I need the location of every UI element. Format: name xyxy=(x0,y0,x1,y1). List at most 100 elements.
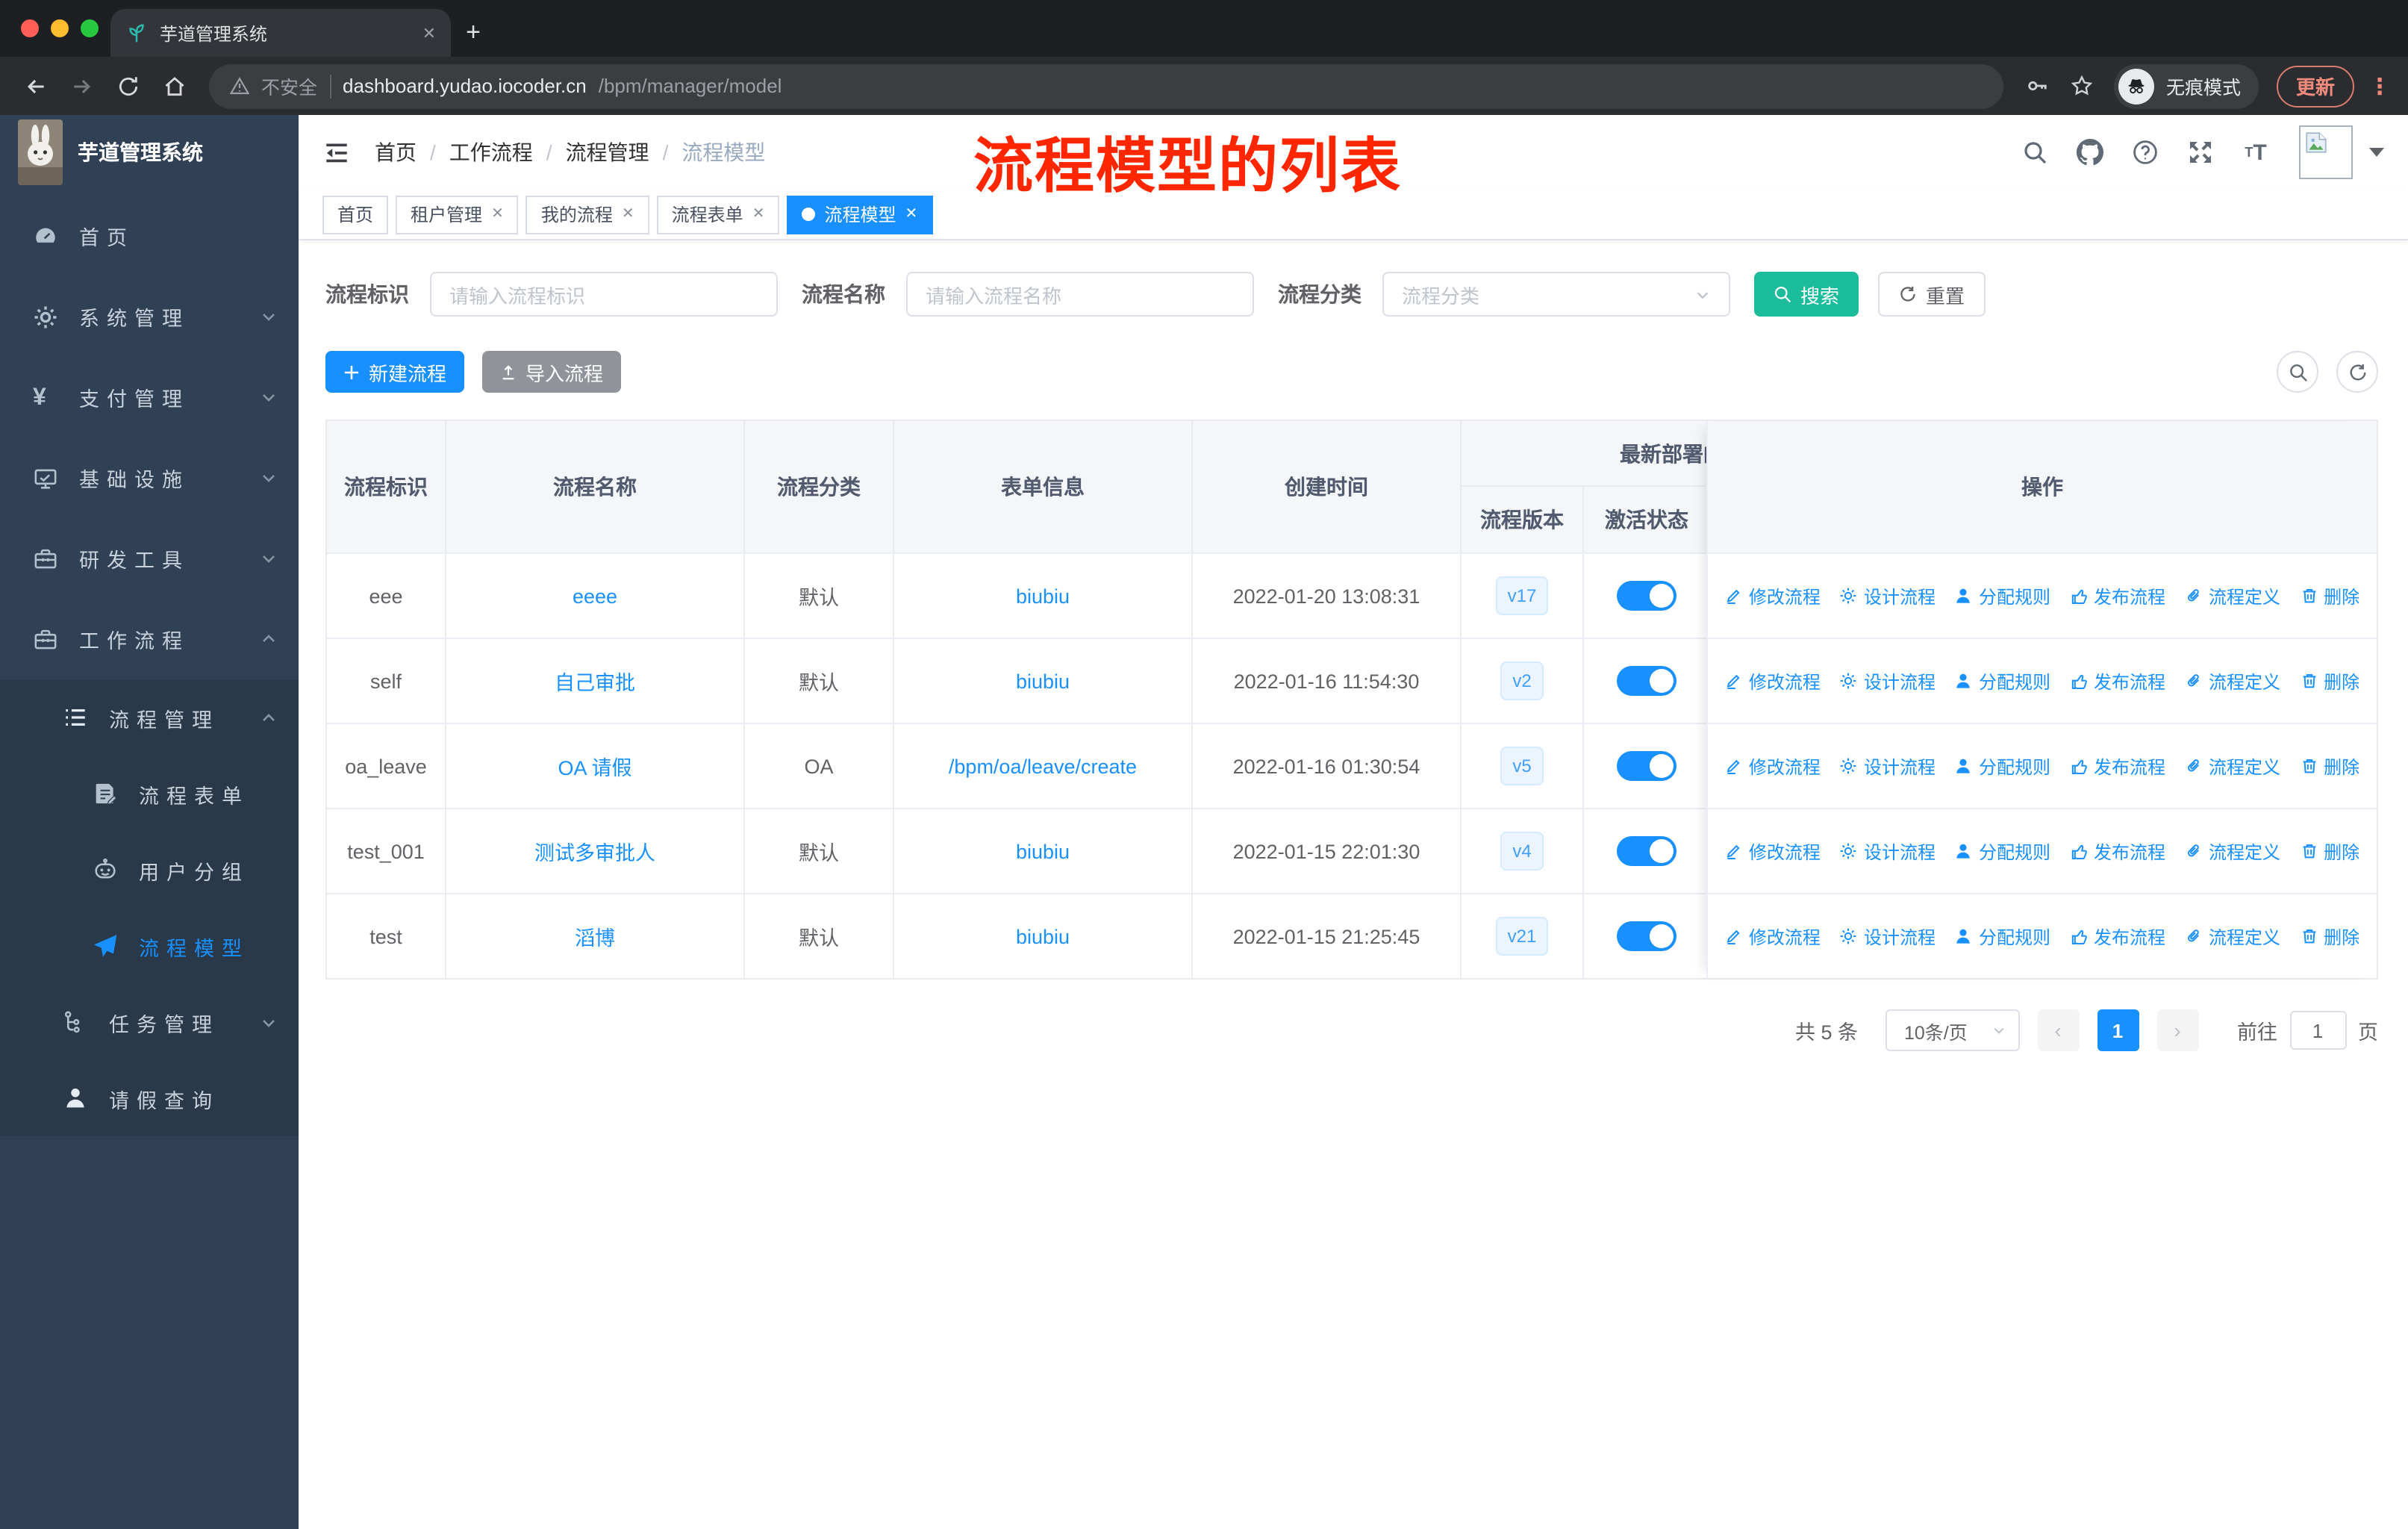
maximize-window-button[interactable] xyxy=(81,19,99,37)
minimize-window-button[interactable] xyxy=(51,19,69,37)
close-icon[interactable]: ✕ xyxy=(905,206,918,222)
action-publish[interactable]: 发布流程 xyxy=(2070,753,2165,779)
browser-menu-icon[interactable]: ⋮ xyxy=(2366,72,2393,99)
bookmark-star-icon[interactable] xyxy=(2063,66,2102,105)
action-edit[interactable]: 修改流程 xyxy=(1725,924,1821,949)
page-number-button[interactable]: 1 xyxy=(2097,1009,2139,1051)
browser-update-button[interactable]: 更新 xyxy=(2276,65,2354,107)
form-link[interactable]: /bpm/oa/leave/create xyxy=(949,755,1137,777)
action-assign[interactable]: 分配规则 xyxy=(1955,924,2050,949)
action-publish[interactable]: 发布流程 xyxy=(2070,838,2165,864)
action-design[interactable]: 设计流程 xyxy=(1840,753,1936,779)
category-select[interactable]: 流程分类 xyxy=(1382,272,1730,317)
refresh-table-button[interactable] xyxy=(2336,351,2378,393)
search-button[interactable]: 搜索 xyxy=(1754,272,1859,317)
active-toggle[interactable] xyxy=(1616,921,1676,951)
breadcrumb-process-management[interactable]: 流程管理 xyxy=(566,137,649,167)
sidebar-item-home[interactable]: 首页 xyxy=(0,196,299,276)
action-delete[interactable]: 删除 xyxy=(2300,753,2359,779)
reload-icon[interactable] xyxy=(107,66,148,106)
address-bar[interactable]: 不安全 dashboard.yudao.iocoder.cn /bpm/mana… xyxy=(209,63,2003,108)
action-publish[interactable]: 发布流程 xyxy=(2070,583,2165,608)
sidebar-item-user-group[interactable]: 用户分组 xyxy=(0,832,299,908)
process-name-link[interactable]: OA 请假 xyxy=(558,751,631,781)
form-link[interactable]: biubiu xyxy=(1016,925,1070,947)
sidebar-item-devtools[interactable]: 研发工具 xyxy=(0,518,299,599)
action-design[interactable]: 设计流程 xyxy=(1840,583,1936,608)
close-icon[interactable]: ✕ xyxy=(491,206,504,222)
action-definition[interactable]: 流程定义 xyxy=(2185,924,2280,949)
action-delete[interactable]: 删除 xyxy=(2300,583,2359,608)
sidebar-item-process-model[interactable]: 流程模型 xyxy=(0,908,299,984)
close-window-button[interactable] xyxy=(21,19,39,37)
breadcrumb-workflow[interactable]: 工作流程 xyxy=(449,137,533,167)
process-name-link[interactable]: 滔博 xyxy=(575,921,615,951)
sidebar-item-system[interactable]: 系统管理 xyxy=(0,276,299,357)
process-key-input[interactable]: 请输入流程标识 xyxy=(430,272,778,317)
action-assign[interactable]: 分配规则 xyxy=(1955,583,2050,608)
sidebar-fold-icon[interactable] xyxy=(322,138,351,166)
sidebar-item-infrastructure[interactable]: 基础设施 xyxy=(0,437,299,518)
page-size-select[interactable]: 10条/页 xyxy=(1885,1009,2019,1051)
action-edit[interactable]: 修改流程 xyxy=(1725,838,1821,864)
close-icon[interactable]: ✕ xyxy=(622,206,634,222)
tag-process-form[interactable]: 流程表单 ✕ xyxy=(656,195,780,234)
home-icon[interactable] xyxy=(154,66,194,106)
security-label[interactable]: 不安全 xyxy=(261,72,317,100)
breadcrumb-home[interactable]: 首页 xyxy=(375,137,417,167)
action-publish[interactable]: 发布流程 xyxy=(2070,668,2165,694)
active-toggle[interactable] xyxy=(1616,836,1676,866)
tag-my-process[interactable]: 我的流程 ✕ xyxy=(525,195,649,234)
tag-home[interactable]: 首页 xyxy=(322,195,389,234)
font-size-icon[interactable]: TT xyxy=(2241,137,2271,167)
action-assign[interactable]: 分配规则 xyxy=(1955,838,2050,864)
process-name-link[interactable]: 自己审批 xyxy=(555,666,635,696)
action-edit[interactable]: 修改流程 xyxy=(1725,583,1821,608)
window-controls[interactable] xyxy=(21,19,99,37)
search-icon[interactable] xyxy=(2020,137,2050,167)
form-link[interactable]: biubiu xyxy=(1016,840,1070,862)
sidebar-item-workflow[interactable]: 工作流程 xyxy=(0,599,299,679)
github-icon[interactable] xyxy=(2075,137,2105,167)
action-definition[interactable]: 流程定义 xyxy=(2185,583,2280,608)
action-delete[interactable]: 删除 xyxy=(2300,924,2359,949)
tag-tenant[interactable]: 租户管理 ✕ xyxy=(396,195,519,234)
action-design[interactable]: 设计流程 xyxy=(1840,838,1936,864)
process-name-link[interactable]: 测试多审批人 xyxy=(534,836,655,866)
reset-button[interactable]: 重置 xyxy=(1878,272,1986,317)
close-icon[interactable]: ✕ xyxy=(752,206,765,222)
form-link[interactable]: biubiu xyxy=(1016,585,1070,607)
action-publish[interactable]: 发布流程 xyxy=(2070,924,2165,949)
fullscreen-icon[interactable] xyxy=(2186,137,2215,167)
caret-down-icon[interactable] xyxy=(2369,148,2384,157)
active-toggle[interactable] xyxy=(1616,751,1676,781)
tag-process-model[interactable]: 流程模型 ✕ xyxy=(787,195,933,234)
action-edit[interactable]: 修改流程 xyxy=(1725,668,1821,694)
form-link[interactable]: biubiu xyxy=(1016,670,1070,692)
action-assign[interactable]: 分配规则 xyxy=(1955,668,2050,694)
action-design[interactable]: 设计流程 xyxy=(1840,924,1936,949)
process-name-link[interactable]: eeee xyxy=(573,585,617,607)
import-process-button[interactable]: 导入流程 xyxy=(482,351,622,393)
sidebar-item-leave-query[interactable]: 请假查询 xyxy=(0,1060,299,1136)
create-process-button[interactable]: 新建流程 xyxy=(325,351,465,393)
active-toggle[interactable] xyxy=(1616,666,1676,696)
action-assign[interactable]: 分配规则 xyxy=(1955,753,2050,779)
action-delete[interactable]: 删除 xyxy=(2300,668,2359,694)
help-icon[interactable] xyxy=(2130,137,2160,167)
action-definition[interactable]: 流程定义 xyxy=(2185,753,2280,779)
back-icon[interactable] xyxy=(15,66,55,106)
action-definition[interactable]: 流程定义 xyxy=(2185,838,2280,864)
new-tab-button[interactable]: + xyxy=(451,10,496,55)
goto-page-input[interactable]: 1 xyxy=(2289,1011,2346,1050)
sidebar-item-process-form[interactable]: 流程表单 xyxy=(0,756,299,832)
avatar[interactable] xyxy=(2299,125,2353,179)
next-page-button[interactable]: › xyxy=(2156,1009,2198,1051)
prev-page-button[interactable]: ‹ xyxy=(2037,1009,2079,1051)
forward-icon[interactable] xyxy=(61,66,102,106)
sidebar-item-process-management[interactable]: 流程管理 xyxy=(0,679,299,756)
action-design[interactable]: 设计流程 xyxy=(1840,668,1936,694)
sidebar-item-payment[interactable]: ¥ 支付管理 xyxy=(0,357,299,437)
active-toggle[interactable] xyxy=(1616,581,1676,611)
process-name-input[interactable]: 请输入流程名称 xyxy=(906,272,1254,317)
